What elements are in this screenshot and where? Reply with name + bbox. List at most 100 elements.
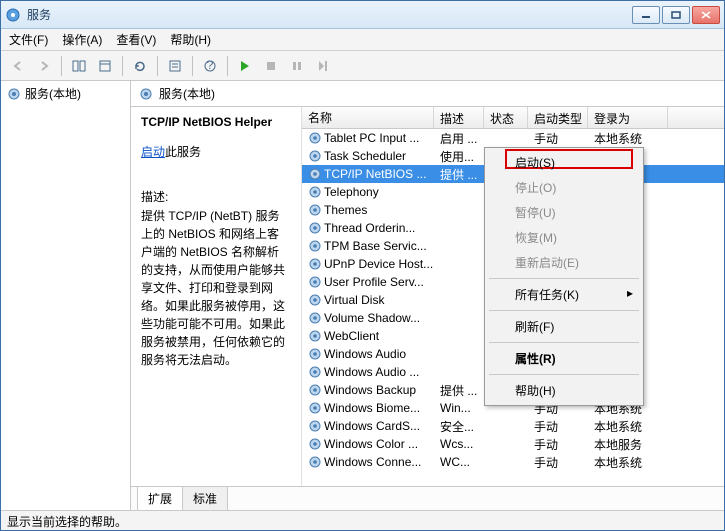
right-pane-header: 服务(本地)	[131, 81, 724, 107]
ctx-resume: 恢复(M)	[487, 225, 641, 250]
stop-service-button[interactable]	[260, 55, 282, 77]
show-hide-tree-button[interactable]	[68, 55, 90, 77]
service-icon	[308, 401, 322, 415]
cell-name: Tablet PC Input ...	[302, 131, 434, 145]
cell-name: Windows Conne...	[302, 455, 434, 469]
service-icon	[308, 167, 322, 181]
ctx-properties[interactable]: 属性(R)	[487, 346, 641, 371]
menubar: 文件(F) 操作(A) 查看(V) 帮助(H)	[1, 29, 724, 51]
refresh-button[interactable]	[129, 55, 151, 77]
toolbar: ?	[1, 51, 724, 81]
ctx-restart: 重新启动(E)	[487, 250, 641, 275]
ctx-help[interactable]: 帮助(H)	[487, 378, 641, 403]
maximize-button[interactable]	[662, 6, 690, 24]
export-list-button[interactable]	[94, 55, 116, 77]
service-icon	[308, 149, 322, 163]
cell-desc: 启用 ...	[434, 130, 484, 147]
service-row[interactable]: Windows Color ...Wcs...手动本地服务	[302, 435, 724, 453]
service-icon	[308, 329, 322, 343]
right-header-label: 服务(本地)	[159, 85, 215, 102]
minimize-button[interactable]	[632, 6, 660, 24]
window-title: 服务	[27, 6, 632, 23]
col-desc[interactable]: 描述	[434, 107, 484, 128]
pause-service-button[interactable]	[286, 55, 308, 77]
view-tabs: 扩展 标准	[131, 486, 724, 510]
cell-desc: WC...	[434, 455, 484, 469]
tree-root-label: 服务(本地)	[25, 85, 81, 102]
submenu-arrow-icon: ▸	[627, 286, 633, 300]
cell-logon: 本地服务	[588, 436, 668, 453]
cell-logon: 本地系统	[588, 418, 668, 435]
cell-name: Windows Backup	[302, 383, 434, 397]
col-startup[interactable]: 启动类型	[528, 107, 588, 128]
toolbar-separator	[192, 56, 193, 76]
service-icon	[308, 365, 322, 379]
service-icon	[308, 383, 322, 397]
ctx-properties-label: 属性(R)	[515, 352, 556, 366]
service-icon	[308, 455, 322, 469]
menu-help[interactable]: 帮助(H)	[170, 31, 211, 48]
gear-icon	[7, 87, 21, 101]
restart-service-button[interactable]	[312, 55, 334, 77]
tree-root-node[interactable]: 服务(本地)	[7, 85, 124, 102]
service-icon	[308, 239, 322, 253]
service-icon	[308, 131, 322, 145]
cell-name: Virtual Disk	[302, 293, 434, 307]
ctx-stop: 停止(O)	[487, 175, 641, 200]
services-list[interactable]: 名称 描述 状态 启动类型 登录为 Tablet PC Input ...启用 …	[301, 107, 724, 486]
back-button[interactable]	[7, 55, 29, 77]
svg-text:?: ?	[207, 59, 214, 72]
col-name[interactable]: 名称	[302, 107, 434, 128]
cell-desc: Win...	[434, 401, 484, 415]
start-link[interactable]: 启动	[141, 145, 165, 159]
tab-extended[interactable]: 扩展	[137, 486, 183, 510]
cell-name: Windows Audio ...	[302, 365, 434, 379]
col-logon[interactable]: 登录为	[588, 107, 668, 128]
ctx-start[interactable]: 启动(S)	[487, 150, 641, 175]
close-button[interactable]	[692, 6, 720, 24]
service-row[interactable]: Windows CardS...安全...手动本地系统	[302, 417, 724, 435]
properties-button[interactable]	[164, 55, 186, 77]
cell-desc: 提供 ...	[434, 382, 484, 399]
service-row[interactable]: Windows Conne...WC...手动本地系统	[302, 453, 724, 471]
service-icon	[308, 347, 322, 361]
detail-pane: TCP/IP NetBIOS Helper 启动此服务 描述: 提供 TCP/I…	[131, 107, 301, 486]
service-icon	[308, 275, 322, 289]
tab-standard[interactable]: 标准	[182, 486, 228, 510]
column-headers: 名称 描述 状态 启动类型 登录为	[302, 107, 724, 129]
menu-action[interactable]: 操作(A)	[62, 31, 102, 48]
services-app-icon	[5, 7, 21, 23]
gear-icon	[139, 87, 153, 101]
description-text: 提供 TCP/IP (NetBT) 服务上的 NetBIOS 和网络上客户端的 …	[141, 207, 291, 369]
cell-name: Telephony	[302, 185, 434, 199]
toolbar-separator	[157, 56, 158, 76]
service-icon	[308, 203, 322, 217]
cell-logon: 本地系统	[588, 454, 668, 471]
service-row[interactable]: Tablet PC Input ...启用 ...手动本地系统	[302, 129, 724, 147]
help-button[interactable]: ?	[199, 55, 221, 77]
cell-name: WebClient	[302, 329, 434, 343]
service-icon	[308, 437, 322, 451]
ctx-refresh[interactable]: 刷新(F)	[487, 314, 641, 339]
menu-view[interactable]: 查看(V)	[116, 31, 156, 48]
cell-desc: Wcs...	[434, 437, 484, 451]
service-icon	[308, 419, 322, 433]
forward-button[interactable]	[33, 55, 55, 77]
titlebar[interactable]: 服务	[1, 1, 724, 29]
start-service-button[interactable]	[234, 55, 256, 77]
cell-name: Task Scheduler	[302, 149, 434, 163]
cell-name: TCP/IP NetBIOS ...	[302, 167, 434, 181]
console-tree[interactable]: 服务(本地)	[1, 81, 131, 510]
cell-name: Thread Orderin...	[302, 221, 434, 235]
cell-name: Windows Color ...	[302, 437, 434, 451]
start-suffix: 此服务	[165, 145, 201, 159]
cell-desc: 使用...	[434, 148, 484, 165]
toolbar-separator	[227, 56, 228, 76]
menu-separator	[489, 278, 639, 279]
service-icon	[308, 293, 322, 307]
col-status[interactable]: 状态	[484, 107, 528, 128]
cell-name: Windows CardS...	[302, 419, 434, 433]
ctx-all-tasks[interactable]: 所有任务(K)▸	[487, 282, 641, 307]
menu-file[interactable]: 文件(F)	[9, 31, 48, 48]
status-bar: 显示当前选择的帮助。	[1, 510, 724, 530]
